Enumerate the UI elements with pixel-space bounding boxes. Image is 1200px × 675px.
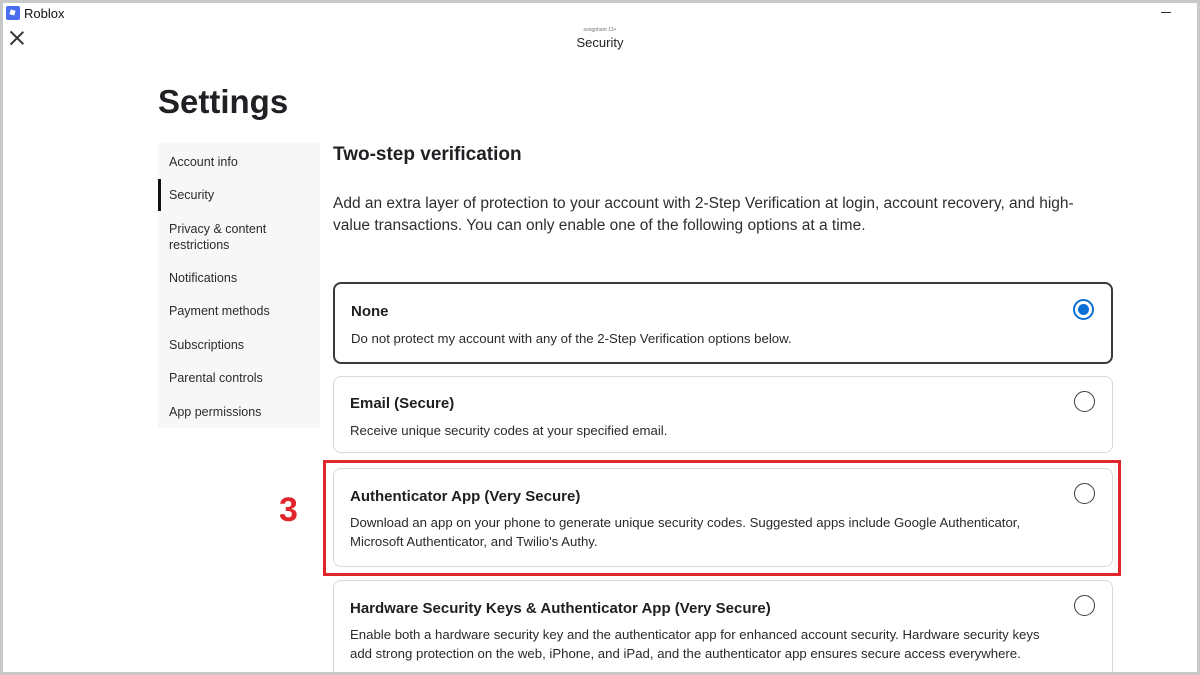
sidebar-item-app-permissions[interactable]: App permissions — [158, 404, 320, 420]
option-title: Email (Secure) — [350, 395, 455, 412]
roblox-logo-icon — [6, 6, 20, 20]
minimize-button[interactable] — [1159, 5, 1173, 19]
app-window: Roblox songpham 13+ Security Settings Ac… — [0, 0, 1200, 675]
radio-selected[interactable] — [1073, 299, 1094, 320]
section-title: Two-step verification — [333, 144, 522, 165]
option-title: Authenticator App (Very Secure) — [350, 488, 581, 505]
sidebar-item-security[interactable]: Security — [158, 179, 320, 211]
sidebar-item-parental-controls[interactable]: Parental controls — [158, 370, 320, 386]
sidebar-item-subscriptions[interactable]: Subscriptions — [158, 337, 320, 353]
option-description: Download an app on your phone to generat… — [350, 515, 1021, 549]
option-title: Hardware Security Keys & Authenticator A… — [350, 600, 771, 617]
option-email[interactable]: Email (Secure) Receive unique security c… — [333, 376, 1113, 453]
option-title: None — [351, 303, 389, 320]
radio-unselected[interactable] — [1074, 391, 1095, 412]
section-description: Add an extra layer of protection to your… — [333, 195, 1074, 234]
option-description: Do not protect my account with any of th… — [351, 331, 792, 346]
sidebar-item-account-info[interactable]: Account info — [158, 154, 320, 170]
step-number-label: 3 — [279, 491, 298, 529]
option-hardware-keys[interactable]: Hardware Security Keys & Authenticator A… — [333, 580, 1113, 672]
user-tag: songpham 13+ — [583, 27, 617, 33]
sidebar-item-notifications[interactable]: Notifications — [158, 270, 320, 286]
title-bar: Roblox — [3, 3, 1197, 27]
page-title: Settings — [158, 83, 289, 120]
radio-unselected[interactable] — [1074, 595, 1095, 616]
sidebar-item-payment-methods[interactable]: Payment methods — [158, 303, 320, 319]
option-description: Receive unique security codes at your sp… — [350, 423, 668, 438]
settings-sidebar: Account info Security Privacy & content … — [158, 143, 320, 428]
radio-unselected[interactable] — [1074, 483, 1095, 504]
option-none[interactable]: None Do not protect my account with any … — [333, 282, 1113, 364]
option-authenticator-app[interactable]: Authenticator App (Very Secure) Download… — [333, 468, 1113, 567]
option-description: Enable both a hardware security key and … — [350, 627, 1040, 661]
sidebar-item-privacy[interactable]: Privacy & content restrictions — [158, 221, 308, 253]
app-title: Roblox — [24, 6, 65, 21]
page-heading: Security — [576, 35, 624, 50]
